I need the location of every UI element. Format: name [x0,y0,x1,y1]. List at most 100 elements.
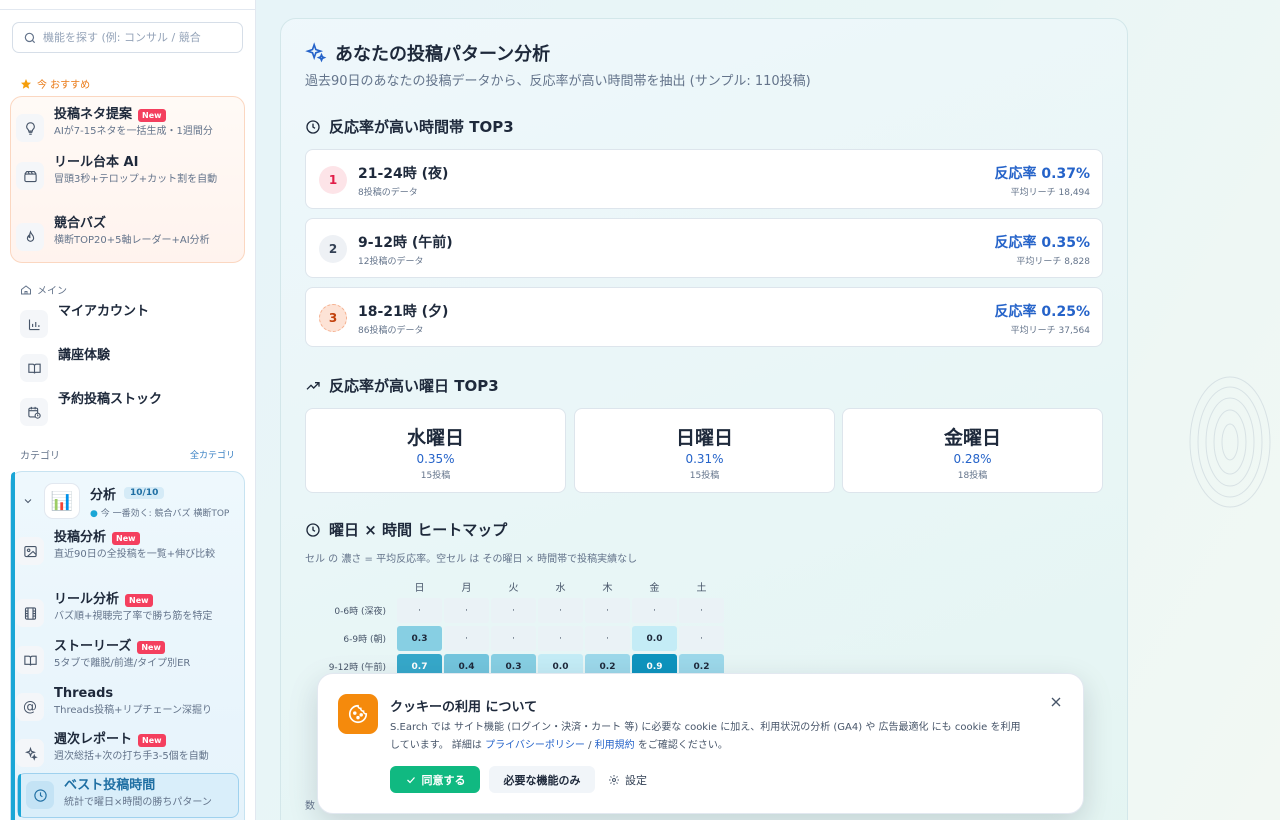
heatmap-cell[interactable]: · [679,598,724,623]
cookie-settings-button[interactable]: 設定 [608,766,647,793]
recommended-label: 今 おすすめ [20,76,90,91]
cat-item-stories[interactable]: ストーリーズ New 5タブで離脱/前進/タイプ別ER [16,638,242,674]
day-section-title-text: 反応率が高い曜日 TOP3 [329,377,499,395]
cookie-text-tail: をご確認ください。 [637,740,728,751]
category-header[interactable]: 📊 分析 10/10 ● 今 一番効く: 競合バズ 横断TOP [22,483,240,519]
agree-label: 同意する [421,774,466,787]
heatmap-day-header: 土 [696,583,707,594]
rank-rate: 反応率 0.35% [994,235,1090,251]
category-title: 分析 [90,487,117,503]
cookie-text: S.Earch では サイト機能 (ログイン・決済・カート 等) に必要な co… [390,719,1030,755]
sparkles-icon [16,739,44,767]
chevron-down-icon[interactable] [22,495,34,507]
bar-chart-icon [20,310,48,338]
rec-item-sub: 冒頭3秒+テロップ+カット割を自動 [54,174,218,185]
nav-my-account[interactable]: マイアカウント [20,303,240,338]
heatmap-cell[interactable]: · [538,626,583,651]
sidebar: 今 おすすめ 投稿ネタ提案 New AIが7-15ネタを一括生成・1週間分 リール… [0,0,256,820]
necessary-only-button[interactable]: 必要な機能のみ [489,766,595,793]
cat-item-title: 投稿分析 [54,530,107,545]
rank-number: 1 [319,166,347,194]
category-sub: 今 一番効く: 競合バズ 横断TOP [100,508,230,519]
time-rank-card: 3 18-21時 (夕) 86投稿のデータ 反応率 0.25% 平均リーチ 37… [305,287,1103,347]
link-separator: / [588,740,592,751]
heatmap-title-text: 曜日 × 時間 ヒートマップ [329,521,508,539]
time-section-title: 反応率が高い時間帯 TOP3 [305,116,514,137]
heatmap-cell[interactable]: · [632,598,677,623]
time-rank-card: 1 21-24時 (夜) 8投稿のデータ 反応率 0.37% 平均リーチ 18,… [305,149,1103,209]
cat-item-title: 週次レポート [54,732,133,747]
all-categories-link[interactable]: 全カテゴリ [190,448,235,461]
heatmap-cell[interactable]: · [444,626,489,651]
rank-count: 8投稿のデータ [358,188,418,198]
agree-button[interactable]: 同意する [390,766,480,793]
heatmap-cell[interactable]: · [444,598,489,623]
day-count: 18投稿 [957,471,988,481]
rank-reach: 平均リーチ 18,494 [1010,188,1090,198]
rec-item-competitor-buzz[interactable]: 競合バズ 横断TOP20+5軸レーダー+AI分析 [16,215,242,251]
heatmap-day-header: 金 [649,583,660,594]
heatmap-note: セル の 濃さ = 平均反応率。空セル は その曜日 × 時間帯で投稿実績なし [305,554,638,565]
rank-number: 2 [319,235,347,263]
nav-course-trial[interactable]: 講座体験 [20,347,240,382]
day-rank-card: 水曜日 0.35% 15投稿 [305,408,566,493]
nav-item-label: 予約投稿ストック [58,392,163,407]
search-input[interactable] [43,31,223,44]
heatmap-row-label: 9-12時 (午前) [328,663,386,673]
rec-item-post-ideas[interactable]: 投稿ネタ提案 New AIが7-15ネタを一括生成・1週間分 [16,106,242,142]
clock-icon [26,781,54,809]
page-title-text: あなたの投稿パターン分析 [335,44,551,65]
heatmap-cell[interactable]: · [397,598,442,623]
time-section-title-text: 反応率が高い時間帯 TOP3 [329,118,514,136]
heatmap-cell[interactable]: · [585,598,630,623]
heatmap-day-header: 日 [414,583,425,594]
heatmap-cell[interactable]: 0.0 [632,626,677,651]
gear-icon [609,774,619,785]
cat-item-sub: 5タブで離脱/前進/タイプ別ER [54,658,191,669]
cat-item-post-analysis[interactable]: 投稿分析 New 直近90日の全投稿を一覧+伸び比較 [16,529,242,565]
privacy-policy-link[interactable]: プライバシーポリシー [485,740,585,751]
day-rate: 0.31% [685,452,724,466]
rank-count: 12投稿のデータ [358,257,424,267]
heatmap-row-label: 6-9時 (朝) [343,635,386,645]
time-rank-card: 2 9-12時 (午前) 12投稿のデータ 反応率 0.35% 平均リーチ 8,… [305,218,1103,278]
day-rank-card: 日曜日 0.31% 15投稿 [574,408,835,493]
nav-scheduled-stock[interactable]: 予約投稿ストック [20,391,240,426]
heatmap-cell[interactable]: 0.3 [397,626,442,651]
heatmap-cell[interactable]: · [538,598,583,623]
heatmap-cell[interactable]: · [679,626,724,651]
clock-icon [306,522,320,537]
cat-item-reel-analysis[interactable]: リール分析 New バズ順+視聴完了率で勝ち筋を特定 [16,591,242,627]
cat-item-sub: 直近90日の全投稿を一覧+伸び比較 [54,549,216,560]
check-icon [406,776,415,783]
heatmap-cell[interactable]: · [491,598,536,623]
cat-item-weekly-report[interactable]: 週次レポート New 週次総括+次の打ち手3-5個を自動 [16,731,242,767]
cookie-icon [338,694,378,734]
chart-emoji-icon: 📊 [44,483,80,519]
heatmap-row-label: 0-6時 (深夜) [334,607,386,617]
search-icon [24,32,36,43]
day-name: 日曜日 [675,427,733,449]
main-label: メイン [20,282,67,297]
rank-rate: 反応率 0.37% [994,166,1090,182]
nav-item-label: 講座体験 [58,348,111,363]
flame-icon [16,223,44,251]
heatmap-cell[interactable]: · [491,626,536,651]
terms-link[interactable]: 利用規約 [595,740,635,751]
sidebar-divider [0,9,255,10]
footer-fragment: 数 [305,801,315,812]
cat-item-title: リール分析 [54,592,120,607]
heatmap-cell[interactable]: · [585,626,630,651]
calendar-clock-icon [20,398,48,426]
feature-search[interactable] [12,22,243,53]
day-rate: 0.35% [416,452,455,466]
image-icon [16,537,44,565]
rec-item-sub: AIが7-15ネタを一括生成・1週間分 [54,126,213,137]
rank-reach: 平均リーチ 8,828 [1016,257,1090,267]
cat-item-best-time[interactable]: ベスト投稿時間 統計で曜日×時間の勝ちパターン [26,777,252,810]
cat-item-title: ベスト投稿時間 [64,778,156,793]
rec-item-reel-script[interactable]: リール台本 AI 冒頭3秒+テロップ+カット割を自動 [16,154,242,190]
close-icon[interactable] [1048,694,1064,710]
new-badge: New [137,640,165,654]
cat-item-threads[interactable]: @ Threads Threads投稿+リプチェーン深掘り [16,685,242,721]
